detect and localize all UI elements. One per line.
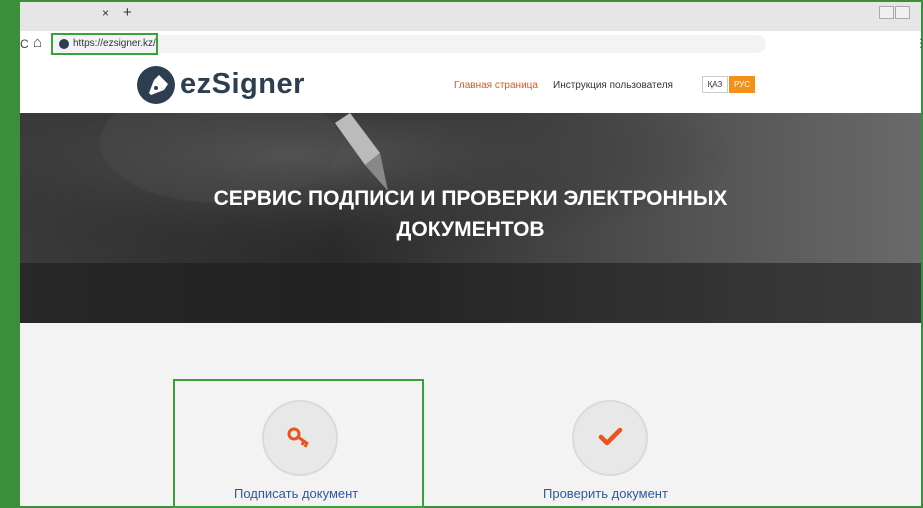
lang-kaz-button[interactable]: ҚАЗ xyxy=(702,76,728,93)
actions-section xyxy=(20,323,921,506)
logo-text[interactable]: ezSigner xyxy=(180,68,305,101)
new-tab-button[interactable]: + xyxy=(123,4,132,21)
nav-link-home[interactable]: Главная страница xyxy=(454,80,538,91)
logo-icon[interactable] xyxy=(137,66,175,104)
hero-title-line-1: СЕРВИС ПОДПИСИ И ПРОВЕРКИ ЭЛЕКТРОННЫХ xyxy=(213,187,728,210)
home-icon[interactable]: ⌂ xyxy=(33,34,42,51)
tab-close-button[interactable]: × xyxy=(102,6,109,20)
reload-icon[interactable]: C xyxy=(20,37,29,51)
browser-menu-icon[interactable]: ⋮ xyxy=(915,36,923,50)
hero-title-line-2: ДОКУМЕНТОВ xyxy=(396,218,545,241)
verify-document-link[interactable]: Проверить документ xyxy=(543,486,668,501)
lang-rus-button[interactable]: РУС xyxy=(729,76,755,93)
sign-card-highlight-box xyxy=(173,379,424,508)
verify-document-circle[interactable] xyxy=(572,400,648,476)
screenshot-border-left xyxy=(0,0,20,508)
address-bar[interactable] xyxy=(53,35,766,53)
hero-title: СЕРВИС ПОДПИСИ И ПРОВЕРКИ ЭЛЕКТРОННЫХ ДО… xyxy=(20,183,921,245)
url-highlight-box xyxy=(51,33,158,55)
window-maximize-button[interactable] xyxy=(895,6,910,19)
check-icon xyxy=(598,427,623,446)
window-minimize-button[interactable] xyxy=(879,6,894,19)
browser-tab-bar xyxy=(20,2,921,31)
nav-link-user-guide[interactable]: Инструкция пользователя xyxy=(553,80,673,91)
